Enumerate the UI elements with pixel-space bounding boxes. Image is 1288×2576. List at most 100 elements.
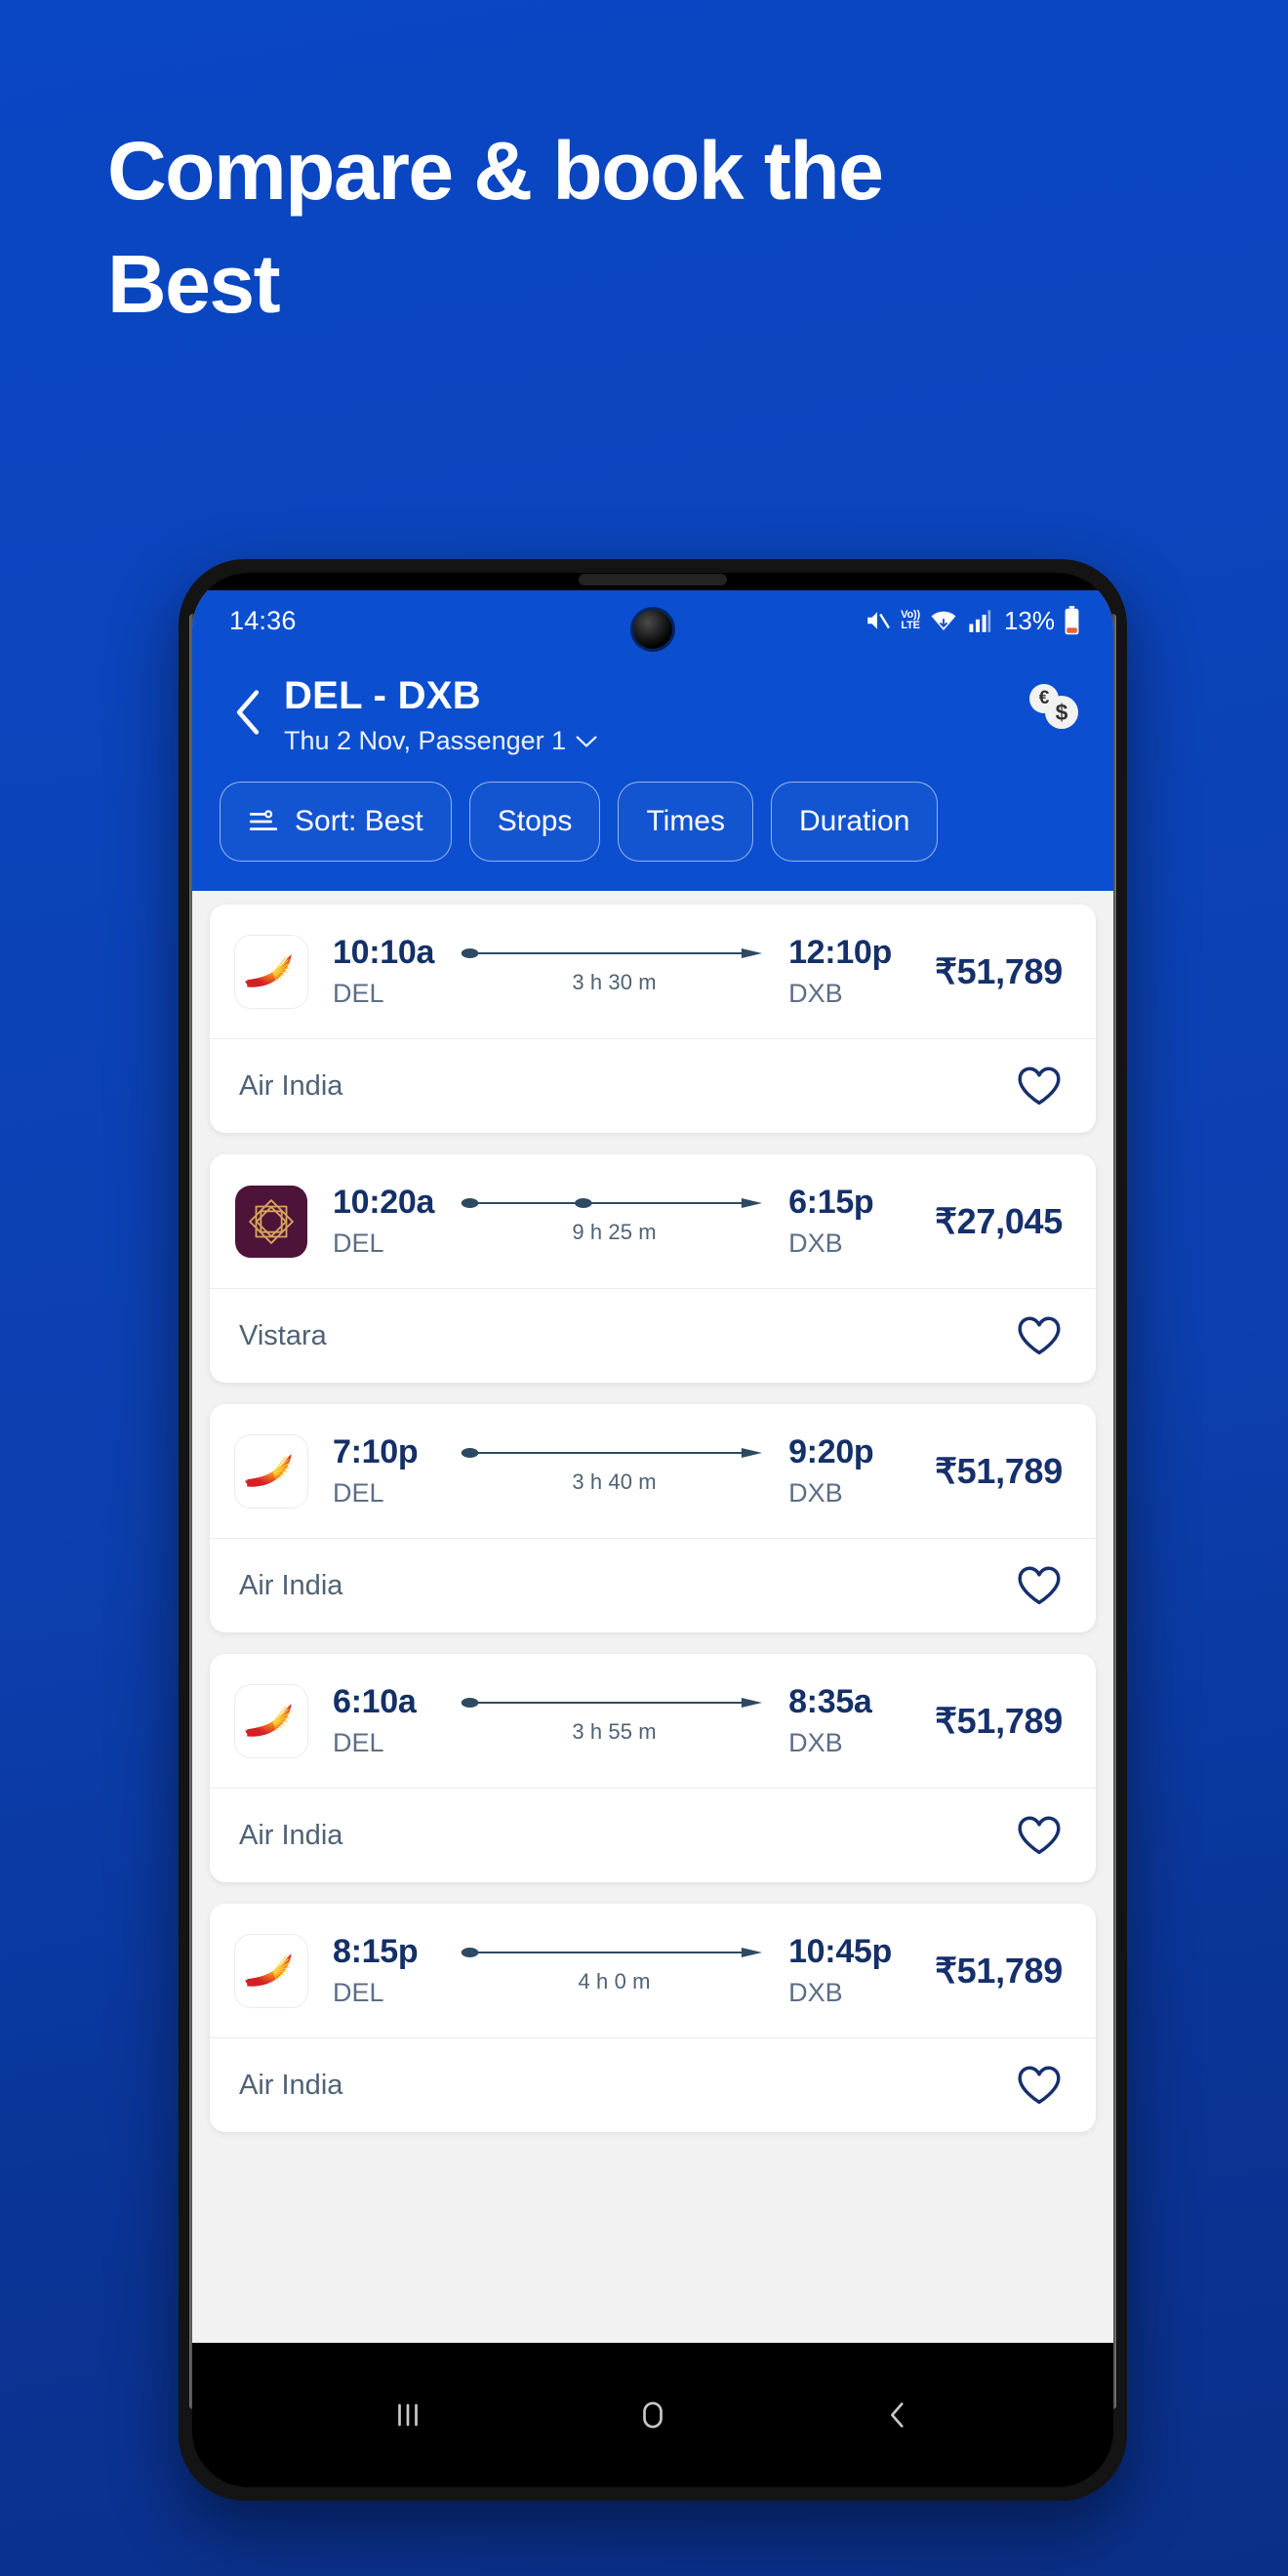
phone-mockup: 14:36 Vo)) LTE 13% DEL - DXB Thu 2 Nov, … xyxy=(179,559,1127,2501)
back-chevron-icon xyxy=(236,690,260,735)
arrival-airport: DXB xyxy=(788,1228,843,1258)
heart-outline-icon[interactable] xyxy=(1016,1814,1063,1857)
route-arrow-icon xyxy=(461,1947,763,1957)
flight-card[interactable]: 10:10a DEL 3 h 30 m 12:10p DXB ₹51,789 Air Ind… xyxy=(210,905,1096,1133)
departure-time: 6:10a xyxy=(333,1683,417,1720)
flight-price: ₹51,789 xyxy=(935,1450,1063,1491)
battery-low-icon xyxy=(1065,606,1079,635)
status-time: 14:36 xyxy=(229,605,297,635)
flight-price: ₹51,789 xyxy=(935,1950,1063,1991)
filter-chip-sort-label: Sort: Best xyxy=(295,805,423,837)
back-button[interactable] xyxy=(220,684,276,741)
wifi-icon xyxy=(931,611,956,631)
phone-body: 14:36 Vo)) LTE 13% DEL - DXB Thu 2 Nov, … xyxy=(192,573,1113,2487)
flight-results-list[interactable]: 10:10a DEL 3 h 30 m 12:10p DXB ₹51,789 Air Ind… xyxy=(192,891,1113,2343)
flight-card-bottom: Air India xyxy=(210,1538,1096,1632)
route-line xyxy=(460,1946,769,1959)
nav-back-button[interactable] xyxy=(854,2381,942,2449)
route-indicator: 3 h 40 m xyxy=(446,1446,783,1495)
filter-chip-stops-label: Stops xyxy=(497,805,573,837)
filter-chip-times-label: Times xyxy=(646,805,725,837)
trip-summary[interactable]: Thu 2 Nov, Passenger 1 xyxy=(284,726,597,756)
status-bar: 14:36 Vo)) LTE 13% xyxy=(192,590,1113,651)
departure-airport: DEL xyxy=(333,1228,384,1258)
flight-price: ₹51,789 xyxy=(935,950,1063,991)
flight-card-top[interactable]: 10:10a DEL 3 h 30 m 12:10p DXB ₹51,789 xyxy=(210,905,1096,1038)
home-icon xyxy=(643,2401,663,2429)
air-india-logo xyxy=(235,935,307,1008)
route-line xyxy=(460,946,769,960)
flight-card[interactable]: 6:10a DEL 3 h 55 m 8:35a DXB ₹51,789 Air India xyxy=(210,1654,1096,1882)
volte-icon: Vo)) LTE xyxy=(901,609,920,631)
filter-chip-duration[interactable]: Duration xyxy=(771,782,939,862)
departure-time: 7:10p xyxy=(333,1433,419,1470)
air-india-logo xyxy=(235,1684,307,1757)
front-camera xyxy=(633,610,672,649)
departure-airport: DEL xyxy=(333,1978,384,2007)
departure-airport: DEL xyxy=(333,1478,384,1508)
flight-duration: 3 h 55 m xyxy=(572,1718,657,1744)
heart-outline-icon[interactable] xyxy=(1016,2064,1063,2107)
filter-chip-stops[interactable]: Stops xyxy=(468,782,601,862)
route-indicator: 9 h 25 m xyxy=(446,1196,783,1245)
flight-card[interactable]: 8:15p DEL 4 h 0 m 10:45p DXB ₹51,789 Air India xyxy=(210,1904,1096,2132)
airline-name: Air India xyxy=(239,1819,343,1851)
filter-chip-sort[interactable]: Sort: Best xyxy=(220,782,452,862)
route-indicator: 3 h 55 m xyxy=(446,1696,783,1745)
airline-name: Vistara xyxy=(239,1319,327,1351)
route-line xyxy=(460,1696,769,1710)
heart-outline-icon[interactable] xyxy=(1016,1564,1063,1607)
route-line xyxy=(460,1446,769,1460)
headline-line-1: Compare & book the xyxy=(107,125,884,217)
flight-card-top[interactable]: 7:10p DEL 3 h 40 m 9:20p DXB ₹51,789 xyxy=(210,1404,1096,1538)
chevron-down-icon xyxy=(576,736,597,746)
arrival-airport: DXB xyxy=(788,1978,843,2007)
arrival-airport: DXB xyxy=(788,979,843,1008)
vistara-logo-mark xyxy=(249,1198,294,1244)
air-india-logo-mark xyxy=(245,1453,292,1487)
battery-percent: 13% xyxy=(1003,605,1055,635)
heart-outline-icon[interactable] xyxy=(1016,1065,1063,1107)
flight-duration: 3 h 30 m xyxy=(572,969,657,994)
flight-card[interactable]: 10:20a DEL 9 h 25 m 6:15p DXB ₹27,045 Vistara xyxy=(210,1154,1096,1383)
arrival-block: 6:15p DXB xyxy=(788,1184,935,1259)
trip-summary-label: Thu 2 Nov, Passenger 1 xyxy=(284,726,567,755)
departure-block: 7:10p DEL xyxy=(333,1433,446,1509)
departure-time: 8:15p xyxy=(333,1933,419,1970)
route-arrow-icon xyxy=(461,1697,763,1708)
recents-button[interactable] xyxy=(364,2381,452,2449)
route-indicator: 4 h 0 m xyxy=(446,1946,783,1994)
flight-card-bottom: Air India xyxy=(210,2037,1096,2132)
recents-icon xyxy=(398,2403,419,2427)
flight-price: ₹27,045 xyxy=(935,1200,1063,1241)
android-nav-bar xyxy=(192,2343,1113,2487)
route-indicator: 3 h 30 m xyxy=(446,946,783,995)
signal-bars-icon xyxy=(969,610,991,632)
flight-card[interactable]: 7:10p DEL 3 h 40 m 9:20p DXB ₹51,789 Air India xyxy=(210,1404,1096,1632)
filter-chip-times[interactable]: Times xyxy=(618,782,753,862)
departure-block: 10:10a DEL xyxy=(333,934,446,1009)
route-line xyxy=(460,1196,769,1210)
heart-outline-icon[interactable] xyxy=(1016,1314,1063,1357)
promo-headline: Compare & book the Best xyxy=(107,125,1122,330)
arrival-airport: DXB xyxy=(788,1478,843,1508)
arrival-block: 8:35a DXB xyxy=(788,1683,935,1758)
route-arrow-icon xyxy=(461,1197,763,1208)
flight-card-top[interactable]: 6:10a DEL 3 h 55 m 8:35a DXB ₹51,789 xyxy=(210,1654,1096,1788)
arrival-airport: DXB xyxy=(788,1728,843,1757)
flight-card-bottom: Air India xyxy=(210,1788,1096,1882)
sort-icon xyxy=(249,810,278,831)
flight-card-top[interactable]: 8:15p DEL 4 h 0 m 10:45p DXB ₹51,789 xyxy=(210,1904,1096,2037)
arrival-time: 12:10p xyxy=(788,934,893,971)
airline-name: Air India xyxy=(239,2069,343,2101)
app-header: DEL - DXB Thu 2 Nov, Passenger 1 € $ xyxy=(192,651,1113,772)
arrival-time: 9:20p xyxy=(788,1433,874,1470)
currency-button[interactable]: € $ xyxy=(1029,682,1080,733)
departure-block: 10:20a DEL xyxy=(333,1184,446,1259)
headline-line-2: Best xyxy=(107,238,281,331)
arrival-time: 10:45p xyxy=(788,1933,893,1970)
status-icons: Vo)) LTE 13% xyxy=(863,606,1080,636)
air-india-logo-mark xyxy=(245,953,292,987)
home-button[interactable] xyxy=(609,2381,697,2449)
flight-card-top[interactable]: 10:20a DEL 9 h 25 m 6:15p DXB ₹27,045 xyxy=(210,1154,1096,1288)
